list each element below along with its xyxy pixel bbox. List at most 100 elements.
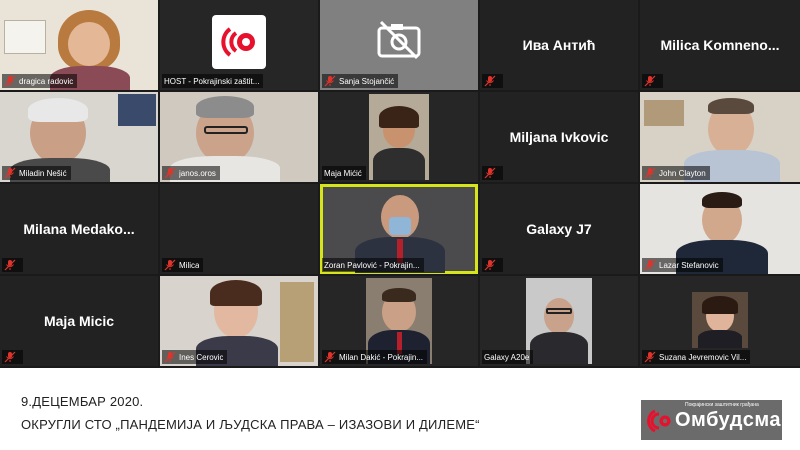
mic-off-icon [324,351,336,363]
event-date: 9.ДЕЦЕМБАР 2020. [21,394,144,409]
participant-tile-zoran-active-speaker[interactable]: Zoran Pavlović - Pokrajin... [320,184,478,274]
participant-name: Milan Dakić - Pokrajin... [339,352,424,362]
person-hair [379,106,419,128]
person-body [698,330,742,348]
ombudsman-logo: Покрајински заштитник грађана Омбудсман [641,400,793,440]
participant-namebar [482,258,503,272]
person-hair [196,96,254,118]
person-hair [382,288,416,302]
video-grid: dragica radovic HOST - Pokrajinski zašti… [0,0,800,368]
participant-display-name: Maja Micic [43,313,115,329]
participant-namebar: Sanja Stojančić [322,74,399,88]
participant-tile-sanja[interactable]: Sanja Stojančić [320,0,478,90]
participant-namebar: Milan Dakić - Pokrajin... [322,350,428,364]
participant-tile-iva[interactable]: Ива Антић [480,0,638,90]
participant-display-name: Milica Komneno... [660,37,780,53]
participant-tile-ines[interactable]: Ines Cerovic [160,276,318,366]
participant-name: John Clayton [659,168,706,178]
participant-namebar [2,258,23,272]
participant-name: dragica radovic [19,76,74,86]
participant-tile-galaxy-j7[interactable]: Galaxy J7 [480,184,638,274]
ombudsman-logo-icon [647,409,671,433]
mic-off-icon [4,75,16,87]
person-glasses [546,308,572,314]
participant-namebar: Milica [162,258,204,272]
participant-name: Ines Cerovic [179,352,224,362]
mic-off-icon [484,75,496,87]
participant-tile-milica[interactable]: Milica [160,184,318,274]
participant-display-name: Miljana Ivkovic [509,129,609,145]
participant-tile-host[interactable]: HOST - Pokrajinski zaštit... [160,0,318,90]
participant-name: Zoran Pavlović - Pokrajin... [324,260,420,270]
person-hair [28,98,88,122]
bookshelf [280,282,314,362]
participant-display-name: Milana Medako... [23,221,135,237]
participant-namebar [482,166,503,180]
mic-off-icon [644,259,656,271]
host-logo-icon [212,15,266,69]
person-body [373,148,425,180]
participant-name: janos.oros [179,168,216,178]
mic-off-icon [484,167,496,179]
participant-name: HOST - Pokrajinski zaštit... [164,76,260,86]
participant-name: Miladin Nešić [19,168,67,178]
participant-video [369,94,429,180]
participant-namebar: Galaxy A20e [482,350,534,364]
person-hair [708,98,754,114]
mic-off-icon [164,167,176,179]
participant-namebar: Ines Cerovic [162,350,228,364]
mic-off-icon [644,351,656,363]
mic-off-icon [164,259,176,271]
participant-namebar [642,74,663,88]
participant-namebar: janos.oros [162,166,220,180]
participant-tile-galaxy-a20e[interactable]: Galaxy A20e [480,276,638,366]
wall-picture [644,100,684,126]
participant-tile-milan[interactable]: Milan Dakić - Pokrajin... [320,276,478,366]
logo-tagline: Покрајински заштитник грађана [685,402,759,408]
mic-off-icon [324,75,336,87]
participant-tile-milica-k[interactable]: Milica Komneno... [640,0,800,90]
participant-tile-milana[interactable]: Milana Medako... [0,184,158,274]
face-mask [389,217,411,235]
participant-video [526,278,592,364]
participant-name: Sanja Stojančić [339,76,395,86]
mic-off-icon [4,259,16,271]
participant-namebar: John Clayton [642,166,710,180]
participant-namebar [482,74,503,88]
participant-name: Maja Mićić [324,168,362,178]
mic-off-icon [644,167,656,179]
person-hair [702,296,738,314]
logo-name: Омбудсман [675,409,794,431]
participant-tile-maja-m[interactable]: Maja Mićić [320,92,478,182]
mic-off-icon [644,75,656,87]
participant-tile-dragica[interactable]: dragica radovic [0,0,158,90]
event-title: ОКРУГЛИ СТО „ПАНДЕМИЈА И ЉУДСКА ПРАВА – … [21,417,480,432]
participant-tile-lazar[interactable]: Lazar Stefanovic [640,184,800,274]
participant-namebar: Maja Mićić [322,166,366,180]
participant-tile-suzana[interactable]: Suzana Jevremovic Vil... [640,276,800,366]
participant-tile-miljana[interactable]: Miljana Ivkovic [480,92,638,182]
participant-namebar [2,350,23,364]
participant-tile-maja-micic[interactable]: Maja Micic [0,276,158,366]
participant-tile-miladin[interactable]: Miladin Nešić [0,92,158,182]
participant-tile-janos[interactable]: janos.oros [160,92,318,182]
participant-tile-john[interactable]: John Clayton [640,92,800,182]
participant-namebar: Miladin Nešić [2,166,71,180]
participant-name: Lazar Stefanovic [659,260,719,270]
participant-namebar: Suzana Jevremovic Vil... [642,350,751,364]
person-face [68,22,110,66]
participant-namebar: Zoran Pavlović - Pokrajin... [322,258,424,272]
participant-display-name: Ива Антић [522,37,596,53]
participant-name: Galaxy A20e [484,352,530,362]
mic-off-icon [164,351,176,363]
person-body [530,332,588,364]
person-hair [210,280,262,306]
person-glasses [204,126,248,134]
mic-off-icon [4,351,16,363]
participant-namebar: Lazar Stefanovic [642,258,723,272]
caption-footer: 9.ДЕЦЕМБАР 2020. ОКРУГЛИ СТО „ПАНДЕМИЈА … [0,368,800,450]
wall-picture [4,20,46,54]
participant-namebar: dragica radovic [2,74,78,88]
participant-name: Suzana Jevremovic Vil... [659,352,747,362]
video-off-icon [375,20,423,60]
